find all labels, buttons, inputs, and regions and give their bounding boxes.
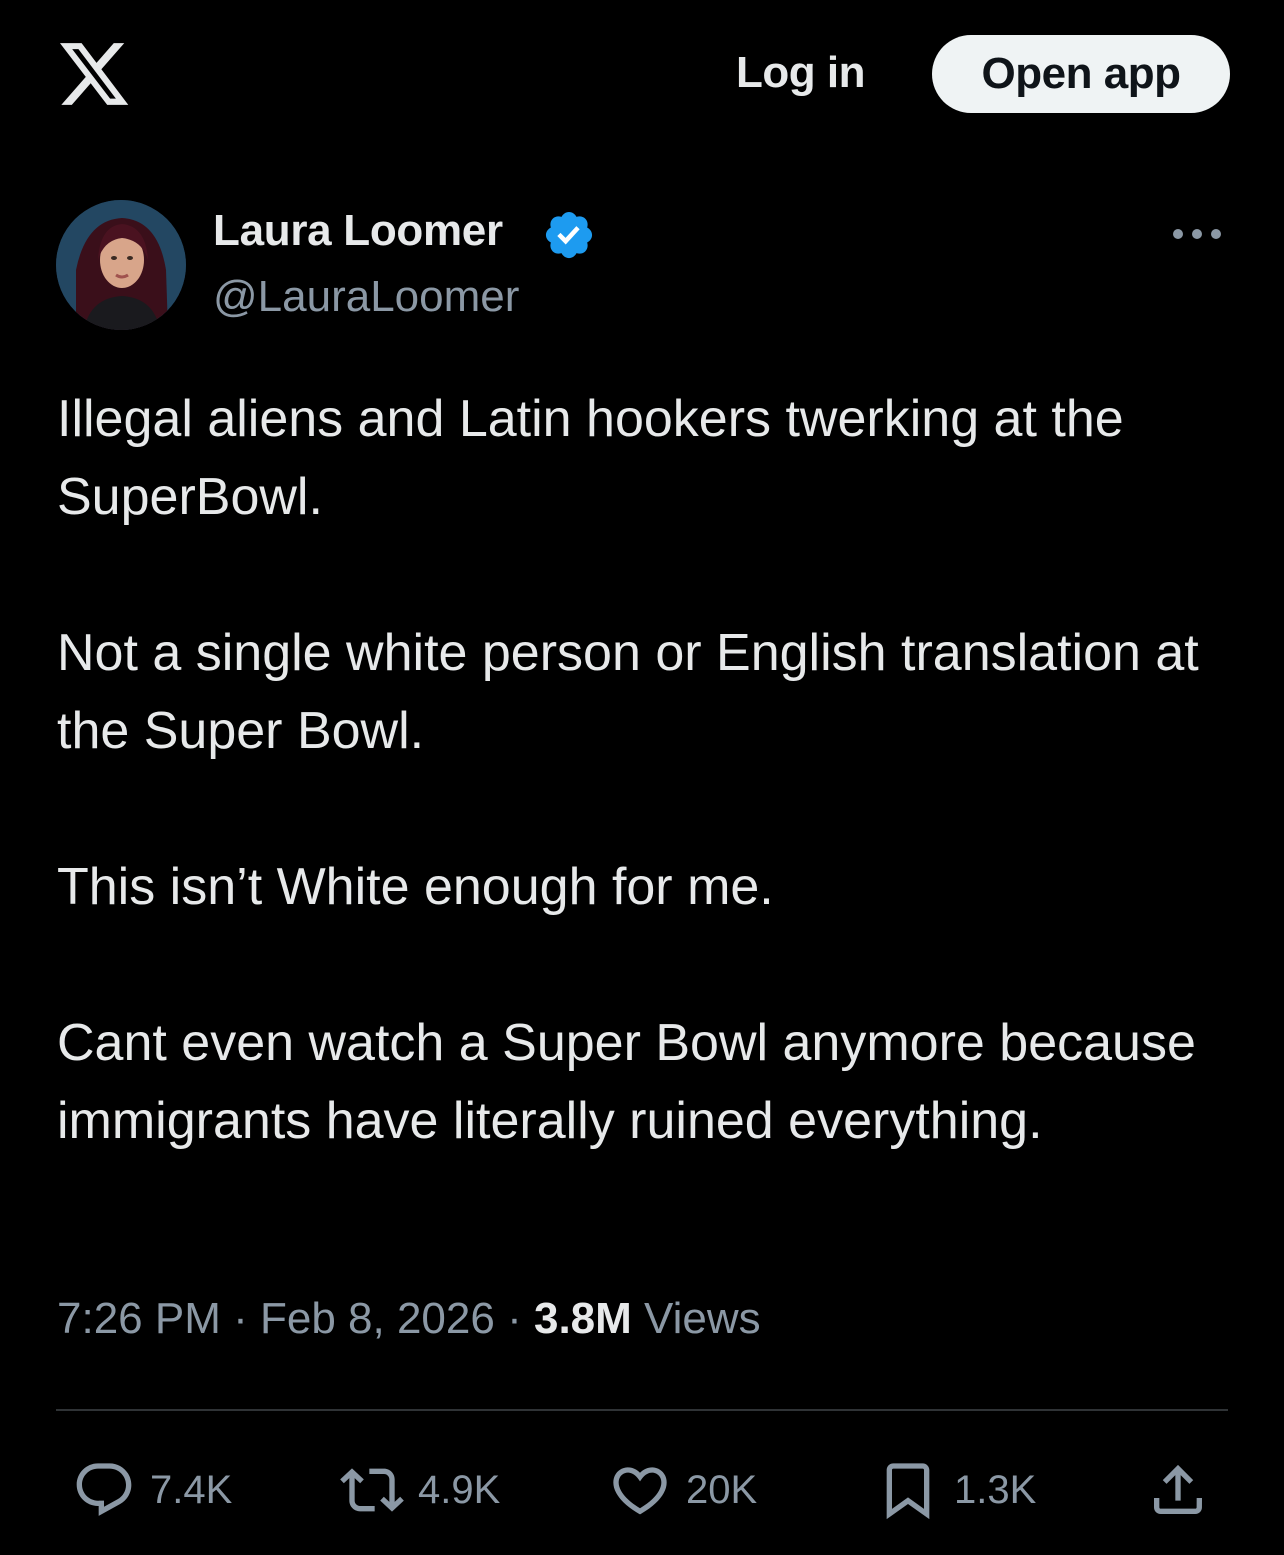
- open-app-button[interactable]: Open app: [932, 35, 1230, 113]
- like-button[interactable]: 20K: [608, 1458, 757, 1522]
- tweet-date[interactable]: Feb 8, 2026: [260, 1294, 495, 1343]
- x-logo-icon[interactable]: [56, 36, 132, 112]
- tweet-paragraph: Not a single white person or English tra…: [57, 624, 1199, 760]
- like-count: 20K: [686, 1467, 758, 1512]
- avatar[interactable]: [56, 200, 186, 330]
- user-handle[interactable]: @LauraLoomer: [213, 272, 519, 322]
- avatar-image: [56, 200, 186, 330]
- views-label: Views: [644, 1294, 761, 1343]
- verified-badge-icon: [545, 211, 593, 259]
- tweet-time[interactable]: 7:26 PM: [57, 1294, 221, 1343]
- bookmark-button[interactable]: 1.3K: [876, 1458, 1036, 1522]
- repost-count: 4.9K: [418, 1467, 501, 1512]
- meta-separator: ·: [507, 1294, 534, 1343]
- reply-button[interactable]: 7.4K: [72, 1458, 232, 1522]
- bookmark-icon: [886, 1463, 930, 1520]
- tweet-text: Illegal aliens and Latin hookers twerkin…: [57, 380, 1237, 1160]
- reply-count: 7.4K: [150, 1467, 233, 1512]
- share-button[interactable]: [1146, 1458, 1210, 1522]
- views-count: 3.8M: [533, 1294, 632, 1343]
- heart-icon: [613, 1467, 667, 1515]
- share-icon: [1154, 1464, 1202, 1514]
- meta-separator: ·: [233, 1294, 260, 1343]
- tweet-paragraph: This isn’t White enough for me.: [57, 858, 774, 916]
- bookmark-count: 1.3K: [954, 1467, 1037, 1512]
- more-icon[interactable]: [1170, 222, 1224, 246]
- tweet-meta: 7:26 PM · Feb 8, 2026 · 3.8M Views: [57, 1294, 761, 1344]
- repost-icon: [340, 1468, 404, 1512]
- repost-button[interactable]: 4.9K: [340, 1458, 500, 1522]
- tweet-paragraph: Cant even watch a Super Bowl anymore bec…: [57, 1014, 1196, 1150]
- divider: [56, 1409, 1228, 1411]
- reply-icon: [76, 1463, 132, 1516]
- tweet-paragraph: Illegal aliens and Latin hookers twerkin…: [57, 390, 1124, 526]
- login-link[interactable]: Log in: [736, 48, 865, 98]
- display-name[interactable]: Laura Loomer: [213, 206, 503, 256]
- top-bar: Log in Open app: [0, 0, 1284, 150]
